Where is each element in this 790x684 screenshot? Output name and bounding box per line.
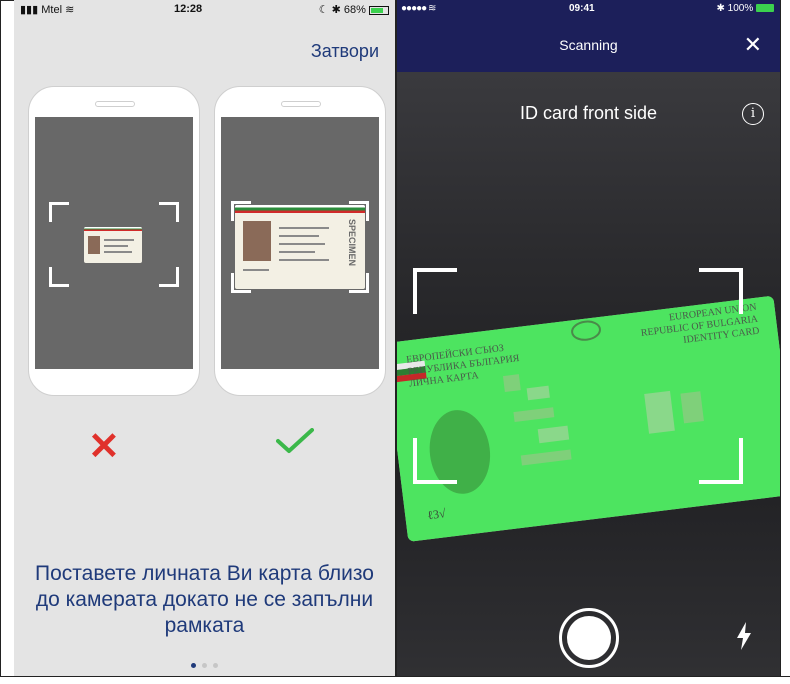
info-icon[interactable]: i xyxy=(742,103,764,125)
phone-speaker xyxy=(95,101,135,107)
frame-corner xyxy=(159,202,179,222)
page-dot[interactable] xyxy=(202,663,207,668)
instruction-text: Поставете личната Ви карта близо до каме… xyxy=(35,562,374,637)
example-phone-correct: SPECIMEN xyxy=(214,86,386,396)
frame-corner xyxy=(231,201,251,221)
wrong-mark-icon: ✕ xyxy=(88,426,120,468)
wifi-icon: ≋ xyxy=(65,4,75,16)
frame-corner xyxy=(231,273,251,293)
battery-percent: 68% xyxy=(343,4,366,16)
signal-icon: ▮▮▮ xyxy=(20,4,39,16)
frame-corner xyxy=(349,273,369,293)
frame-corner xyxy=(413,268,457,314)
frame-edge-right xyxy=(780,0,790,684)
id-card-small xyxy=(84,227,142,263)
moon-icon: ☾ xyxy=(318,4,329,16)
scanning-screen: ●●●●● ≋ 09:41 ✱ 100% Scanning ✕ ЕВРОПЕЙС… xyxy=(397,0,780,676)
capture-button[interactable] xyxy=(559,608,619,668)
specimen-label: SPECIMEN xyxy=(347,219,357,267)
card-side-label: ID card front side xyxy=(519,103,658,123)
bluetooth-icon: ✱ xyxy=(331,4,341,16)
card-signature: ℓ3√ xyxy=(427,506,447,522)
id-card: ЕВРОПЕЙСКИ СЪЮЗ РЕПУБЛИКА БЪЛГАРИЯ ЛИЧНА… xyxy=(397,296,780,542)
phone-screen: SPECIMEN xyxy=(221,117,379,369)
frame-corner xyxy=(159,267,179,287)
instruction-screen: ▮▮▮ Mtel ≋ 12:28 ☾ ✱ 68% Затвори SPECIME… xyxy=(14,0,395,676)
example-phone-wrong xyxy=(28,86,200,396)
flash-icon[interactable] xyxy=(735,622,753,650)
scanned-card-view: ЕВРОПЕЙСКИ СЪЮЗ РЕПУБЛИКА БЪЛГАРИЯ ЛИЧНА… xyxy=(397,268,780,542)
phone-speaker xyxy=(281,101,321,107)
correct-check-icon xyxy=(276,428,314,453)
status-bar: ▮▮▮ Mtel ≋ 12:28 ☾ ✱ 68% xyxy=(14,0,395,20)
page-indicator xyxy=(14,655,395,673)
frame-corner xyxy=(49,202,69,222)
frame-edge-bottom xyxy=(0,676,790,684)
page-dot[interactable] xyxy=(213,663,218,668)
phone-screen xyxy=(35,117,193,369)
id-card-large: SPECIMEN xyxy=(235,205,365,289)
frame-corner xyxy=(349,201,369,221)
frame-corner xyxy=(49,267,69,287)
page-dot[interactable] xyxy=(191,663,196,668)
battery-icon xyxy=(369,5,389,15)
carrier-name: Mtel xyxy=(41,4,63,16)
panel-divider xyxy=(395,0,397,684)
status-time: 12:28 xyxy=(174,3,203,15)
close-button[interactable]: Затвори xyxy=(311,41,379,62)
